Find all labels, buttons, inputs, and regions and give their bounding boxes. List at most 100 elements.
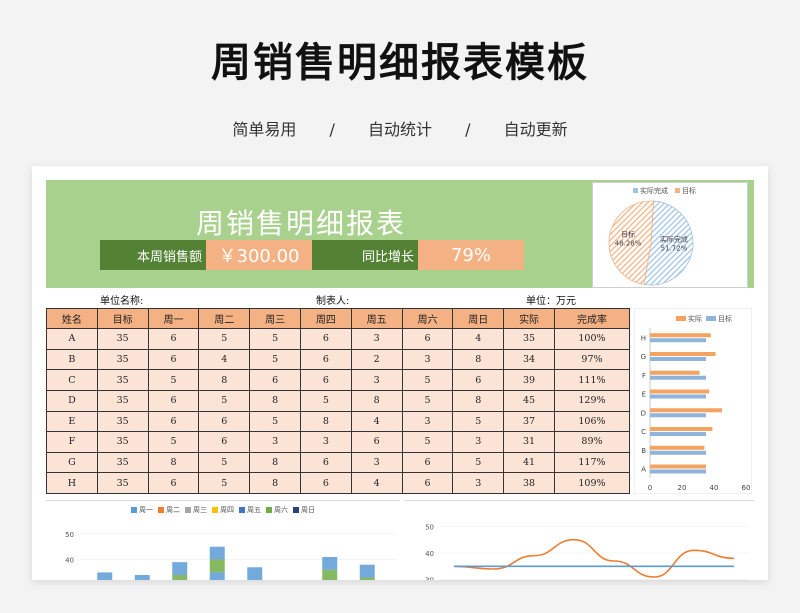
stack-bar-segment xyxy=(322,557,338,570)
table-cell: 5 xyxy=(452,451,505,474)
table-cell: 109% xyxy=(553,472,631,494)
hbar-category-label: H xyxy=(641,334,646,342)
table-cell: 3 xyxy=(401,348,454,371)
table-cell: 6 xyxy=(401,451,454,474)
table-cell: 6 xyxy=(147,328,200,350)
hbar-tick-label: 20 xyxy=(678,484,687,492)
table-cell: 5 xyxy=(401,431,454,453)
table-cell: 34 xyxy=(503,348,555,371)
table-cell: 35 xyxy=(96,410,149,433)
hbar-bar xyxy=(650,469,706,474)
table-cell: 35 xyxy=(96,472,149,494)
sales-label: 本周销售额 xyxy=(100,240,206,270)
table-row: H 35 6 5 8 6 4 6 3 38 109% xyxy=(46,472,631,494)
table-cell: 35 xyxy=(96,389,149,412)
stack-legend-swatch xyxy=(293,507,299,513)
table-cell: 89% xyxy=(553,431,631,453)
growth-value: 79% xyxy=(418,240,524,270)
table-cell: 3 xyxy=(350,369,403,391)
table-cell: 6 xyxy=(147,410,200,433)
sheet-title: 周销售明细报表 xyxy=(196,207,407,240)
separator-2: / xyxy=(465,120,471,139)
table-cell: 38 xyxy=(503,472,555,494)
stack-legend-swatch xyxy=(212,507,218,513)
table-cell: D xyxy=(46,389,98,412)
stack-legend-item: 周三 xyxy=(185,505,207,515)
table-cell: 35 xyxy=(96,348,149,371)
table-body: A 35 6 5 5 6 3 6 4 35 100% B 35 6 4 5 6 2 3 8 34 97% C 35 5 8 6 6 3 5… xyxy=(46,328,631,494)
hbar-category-label: C xyxy=(641,428,646,436)
stack-tick-label: 50 xyxy=(65,531,74,539)
stack-bar-segment xyxy=(97,572,113,580)
table-cell: 6 xyxy=(299,472,352,494)
column-header: 实际 xyxy=(503,308,555,329)
table-cell: 35 xyxy=(96,431,149,453)
pie-slice-label: 48.28% xyxy=(615,239,642,247)
table-cell: 5 xyxy=(249,410,301,433)
table-cell: 8 xyxy=(147,451,200,474)
hbar-bar xyxy=(650,432,706,436)
table-cell: 5 xyxy=(401,369,454,391)
stack-legend-swatch xyxy=(131,507,137,513)
stack-bar-segment xyxy=(134,575,150,580)
stack-bar-segment xyxy=(247,567,263,580)
table-cell: 6 xyxy=(147,472,200,494)
hbar-category-label: A xyxy=(641,466,646,474)
hbar-legend-label: 实际 xyxy=(688,314,702,323)
hbar-bar xyxy=(650,408,722,413)
stack-legend-label: 周日 xyxy=(301,506,315,514)
stack-legend-label: 周三 xyxy=(193,506,207,514)
hbar-bar xyxy=(650,357,706,361)
table-cell: 6 xyxy=(401,328,454,350)
table-cell: 41 xyxy=(503,451,555,474)
table-cell: H xyxy=(46,472,98,494)
pie-legend-label: 实际完成 xyxy=(640,186,668,195)
maker-label: 制表人: xyxy=(316,296,350,307)
table-cell: 3 xyxy=(299,431,352,453)
hbar-category-label: D xyxy=(641,409,646,417)
table-cell: G xyxy=(46,451,98,474)
column-header: 姓名 xyxy=(46,308,98,329)
hbar-category-label: E xyxy=(642,391,646,399)
stack-legend-label: 周五 xyxy=(247,506,261,514)
pie-legend-label: 目标 xyxy=(682,186,696,195)
pie-chart: 实际完成 目标实际完成51.72%目标48.28% xyxy=(608,186,696,286)
column-header: 周四 xyxy=(299,308,352,329)
stack-legend-swatch xyxy=(158,507,164,513)
stack-legend-swatch xyxy=(185,507,191,513)
table-cell: 5 xyxy=(147,431,200,453)
hbar-legend-swatch xyxy=(676,316,686,321)
table-cell: 5 xyxy=(198,328,251,350)
table-cell: 3 xyxy=(401,410,454,433)
table-cell: 100% xyxy=(553,328,631,350)
column-header: 周二 xyxy=(198,308,251,329)
table-cell: 4 xyxy=(198,348,251,371)
table-cell: 35 xyxy=(503,328,555,350)
column-header: 周五 xyxy=(350,308,403,329)
table-cell: 5 xyxy=(198,451,251,474)
table-cell: 6 xyxy=(249,369,301,391)
hbar-bar xyxy=(650,445,705,450)
feature-list: 简单易用 / 自动统计 / 自动更新 xyxy=(0,116,800,140)
hbar-bar xyxy=(650,375,706,380)
line-chart-panel: 50 40 30 xyxy=(404,500,754,580)
column-header: 完成率 xyxy=(553,308,631,329)
table-cell: 5 xyxy=(249,328,301,350)
stack-bar-segment xyxy=(322,569,338,580)
hbar-bar xyxy=(650,389,710,394)
hbar-tick-label: 0 xyxy=(648,484,652,492)
column-header: 周三 xyxy=(249,308,301,329)
table-cell: 6 xyxy=(299,348,352,371)
table-cell: 106% xyxy=(553,410,631,433)
line-chart: 50 40 30 xyxy=(425,523,748,580)
table-cell: 5 xyxy=(299,389,352,412)
table-cell: 6 xyxy=(401,472,454,494)
hbar-bar xyxy=(650,370,700,375)
table-cell: 8 xyxy=(198,369,251,391)
stack-legend-label: 周四 xyxy=(220,506,234,514)
table-cell: 6 xyxy=(452,369,505,391)
hbar-category-label: F xyxy=(642,372,646,380)
table-cell: B xyxy=(46,348,98,371)
column-header: 周一 xyxy=(147,308,200,329)
table-cell: F xyxy=(46,431,98,453)
